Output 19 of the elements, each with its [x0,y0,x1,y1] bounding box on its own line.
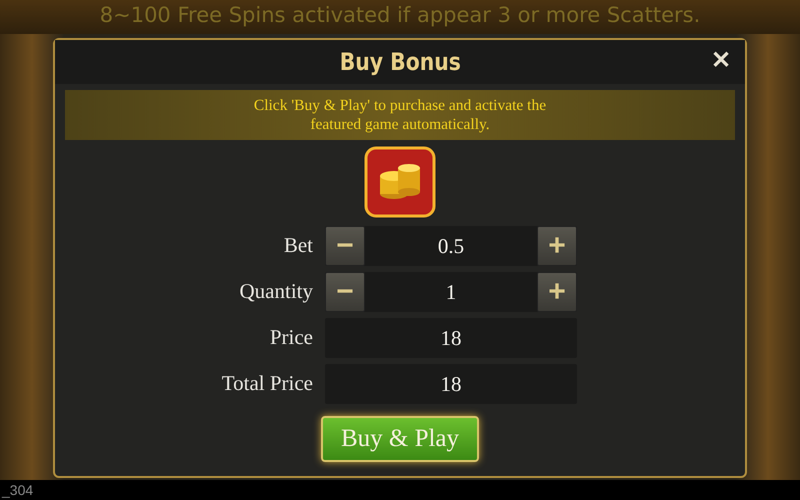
close-button[interactable]: ✕ [707,46,735,76]
stepper-value: 1 [444,279,458,306]
field-value: 18 [440,371,462,398]
increase-button[interactable]: + [537,226,577,266]
decrease-button[interactable]: − [325,272,365,312]
field-label: Price [268,324,314,352]
notice-text: Click 'Buy & Play' to purchase and activate the featured game automatically. [252,96,548,134]
footer-text: _304 [2,482,34,498]
field-value: 18 [440,325,462,352]
field-label: Bet [282,232,314,260]
field-label: Total Price [220,370,314,398]
field-label: Quantity [238,278,314,306]
coins-icon [364,146,436,218]
decrease-button[interactable]: − [325,226,365,266]
stepper-value: 0.5 [436,233,466,260]
increase-button[interactable]: + [537,272,577,312]
dialog-title: Buy Bonus [339,47,461,78]
banner-text: 8~100 Free Spins activated if appear 3 or more Scatters. [100,3,700,27]
buy-and-play-button[interactable]: Buy & Play [321,416,479,462]
